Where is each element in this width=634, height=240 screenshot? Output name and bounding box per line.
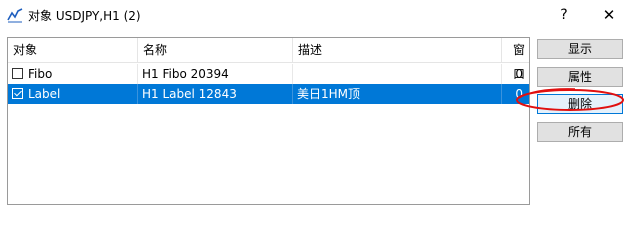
row-name: H1 Label 12843 xyxy=(142,87,237,101)
close-button[interactable]: ✕ xyxy=(586,0,632,30)
help-button[interactable]: ? xyxy=(541,0,587,30)
checkbox-icon[interactable] xyxy=(12,68,23,79)
row-window: 0 xyxy=(515,67,523,81)
properties-button[interactable]: 属性 xyxy=(537,67,623,87)
chart-line-icon xyxy=(7,8,23,23)
window-title: 对象 USDJPY,H1 (2) xyxy=(28,9,141,23)
row-window: 0 xyxy=(515,87,523,101)
table-row[interactable]: Fibo H1 Fibo 20394 0 xyxy=(8,64,529,84)
column-header-description[interactable]: 描述 xyxy=(293,38,501,62)
column-header-window[interactable]: 窗口 xyxy=(502,38,529,81)
list-header: 对象 名称 描述 窗口 xyxy=(8,38,529,81)
row-description xyxy=(293,64,501,84)
row-object: Fibo xyxy=(28,67,53,81)
table-row[interactable]: Label H1 Label 12843 美日1HM顶 0 xyxy=(8,84,529,104)
show-button[interactable]: 显示 xyxy=(537,39,623,59)
row-object: Label xyxy=(28,87,61,101)
title-bar: 对象 USDJPY,H1 (2) ? ✕ xyxy=(0,0,634,30)
checkbox-icon[interactable] xyxy=(12,88,23,99)
delete-button[interactable]: 删除 xyxy=(537,94,623,114)
row-description: 美日1HM顶 xyxy=(297,87,361,101)
all-button[interactable]: 所有 xyxy=(537,122,623,142)
objects-list[interactable]: 对象 名称 描述 窗口 Fibo H1 Fibo 20394 0 Label H… xyxy=(7,37,530,205)
column-header-name[interactable]: 名称 xyxy=(138,38,292,62)
row-name: H1 Fibo 20394 xyxy=(142,67,229,81)
column-header-object[interactable]: 对象 xyxy=(8,38,137,62)
